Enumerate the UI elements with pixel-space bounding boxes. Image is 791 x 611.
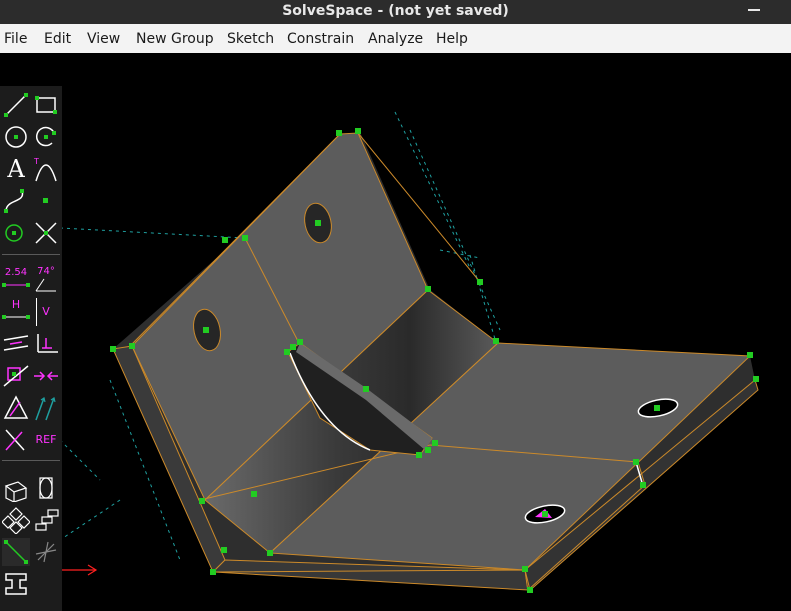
graphics-viewport[interactable]: [0, 53, 791, 611]
construction-toggle-icon[interactable]: [2, 538, 30, 566]
angle-dimension-tool-icon[interactable]: 74°: [32, 266, 60, 294]
reference-toggle-icon[interactable]: REF: [32, 426, 60, 454]
perpendicular-constraint-icon[interactable]: [32, 330, 60, 358]
menu-constrain[interactable]: Constrain: [287, 31, 354, 47]
menu-sketch[interactable]: Sketch: [227, 31, 274, 47]
distance-dimension-tool-icon[interactable]: 2.54: [2, 266, 30, 294]
menu-help[interactable]: Help: [436, 31, 468, 47]
extrude-icon[interactable]: [2, 474, 30, 502]
tangent-arc-tool-icon[interactable]: T: [32, 155, 60, 183]
datum-point-tool-icon[interactable]: [32, 187, 60, 215]
svg-text:T: T: [33, 157, 39, 166]
tool-palette: A T 2.54 74° H V REF: [0, 86, 62, 611]
menu-edit[interactable]: Edit: [44, 31, 71, 47]
toolbar-divider: [2, 460, 60, 461]
other-angle-constraint-icon[interactable]: [2, 426, 30, 454]
symmetric-constraint-icon[interactable]: [2, 394, 30, 422]
rectangle-tool-icon[interactable]: [32, 91, 60, 119]
workplane-tool-icon[interactable]: [32, 538, 60, 566]
point-on-entity-constraint-icon[interactable]: [2, 362, 30, 390]
parallel-constraint-icon[interactable]: [2, 330, 30, 358]
menu-new-group[interactable]: New Group: [136, 31, 214, 47]
import-icon[interactable]: [2, 570, 30, 598]
vertical-constraint-icon[interactable]: V: [32, 298, 60, 326]
text-tool-icon[interactable]: A: [2, 155, 30, 183]
menu-file[interactable]: File: [4, 31, 27, 47]
split-curves-tool-icon[interactable]: [32, 219, 60, 247]
window-title: SolveSpace - (not yet saved): [282, 3, 509, 19]
axis-arrow: [62, 564, 98, 576]
step-rotating-icon[interactable]: [2, 506, 30, 534]
horizontal-constraint-icon[interactable]: H: [2, 298, 30, 326]
line-tool-icon[interactable]: [2, 91, 30, 119]
part-body: [112, 132, 759, 593]
menu-view[interactable]: View: [87, 31, 120, 47]
cubic-spline-tool-icon[interactable]: [2, 187, 30, 215]
circle-tool-icon[interactable]: [2, 123, 30, 151]
minimize-icon[interactable]: [748, 9, 760, 11]
equal-length-constraint-icon[interactable]: [32, 394, 60, 422]
midpoint-constraint-icon[interactable]: [32, 362, 60, 390]
toolbar-divider: [2, 254, 60, 255]
arc-tool-icon[interactable]: [32, 123, 60, 151]
lathe-icon[interactable]: [32, 474, 60, 502]
step-translating-icon[interactable]: [32, 506, 60, 534]
menu-bar: File Edit View New Group Sketch Constrai…: [0, 24, 791, 54]
menu-analyze[interactable]: Analyze: [368, 31, 423, 47]
workplane-point-tool-icon[interactable]: [2, 219, 30, 247]
title-bar: SolveSpace - (not yet saved): [0, 0, 791, 24]
